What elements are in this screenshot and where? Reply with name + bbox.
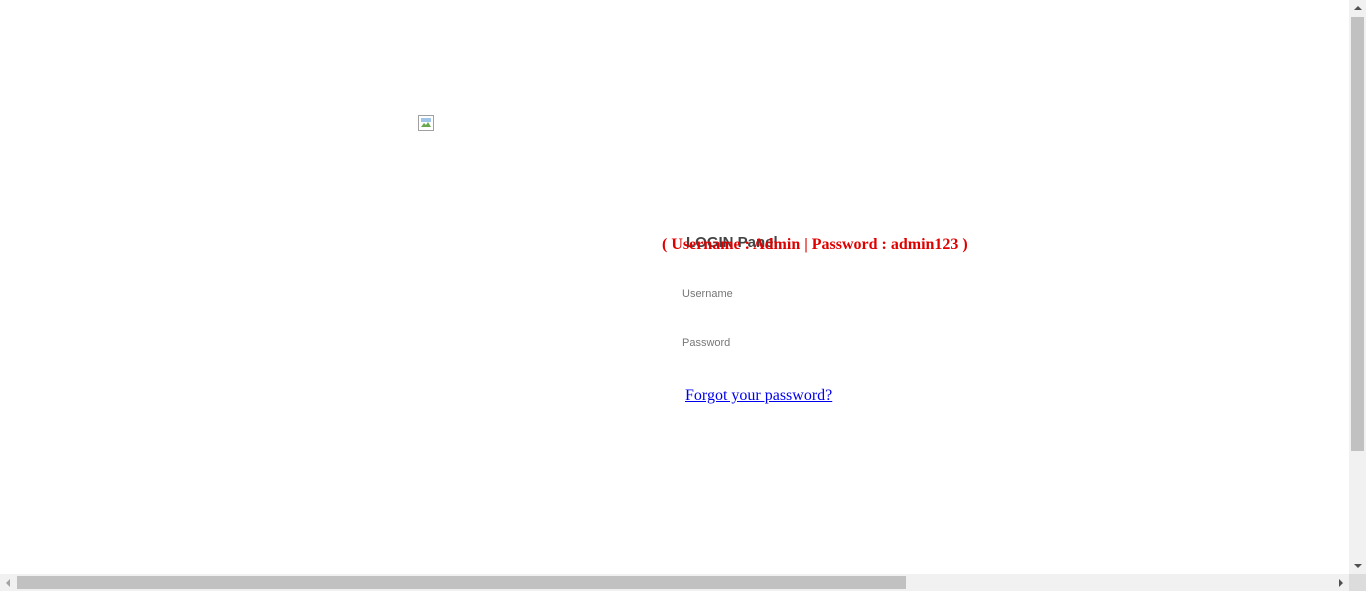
horizontal-scrollbar[interactable] xyxy=(0,574,1349,591)
scroll-up-arrow-icon[interactable] xyxy=(1349,0,1366,17)
broken-image-icon xyxy=(418,115,434,131)
page-viewport: LOGIN Panel ( Username : Admin | Passwor… xyxy=(0,0,1349,574)
scroll-right-arrow-icon[interactable] xyxy=(1332,574,1349,591)
scroll-down-arrow-icon[interactable] xyxy=(1349,557,1366,574)
forgot-password-link[interactable]: Forgot your password? xyxy=(685,387,832,405)
scrollbar-corner xyxy=(1349,574,1366,591)
username-field[interactable] xyxy=(676,280,982,308)
scroll-left-arrow-icon[interactable] xyxy=(0,574,17,591)
vertical-scrollbar[interactable] xyxy=(1349,0,1366,574)
vertical-scroll-thumb[interactable] xyxy=(1351,17,1364,451)
password-field[interactable] xyxy=(676,329,982,357)
credentials-hint: ( Username : Admin | Password : admin123… xyxy=(662,236,968,253)
horizontal-scroll-thumb[interactable] xyxy=(17,576,906,589)
